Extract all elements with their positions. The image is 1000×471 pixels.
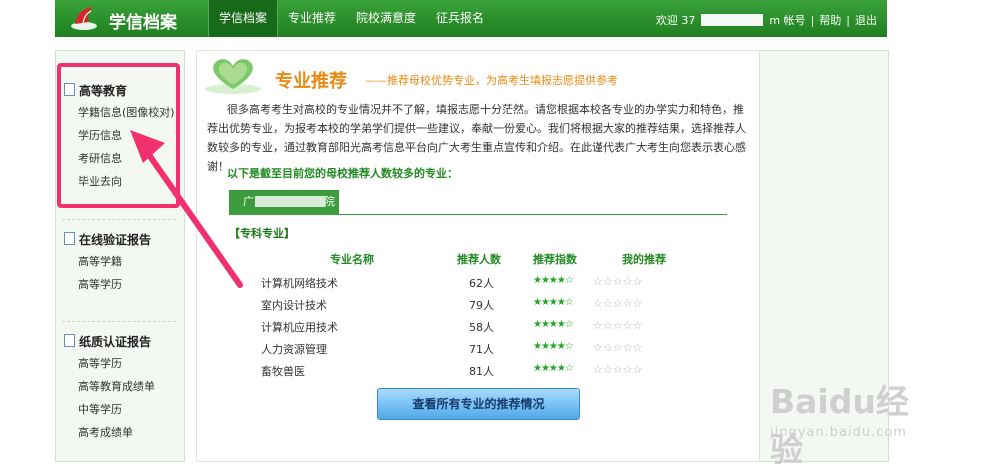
separator: |: [846, 13, 850, 27]
recommend-index-stars: ★★★★☆: [533, 319, 574, 330]
col-header-index: 推荐指数: [533, 253, 577, 266]
my-recommend-stars[interactable]: ☆☆☆☆☆: [593, 341, 642, 354]
sidebar-item-secondary-degree[interactable]: 中等学历: [56, 398, 184, 421]
col-header-my-recommend: 我的推荐: [622, 253, 666, 266]
document-icon: [64, 232, 75, 245]
sidebar-group-title: 纸质认证报告: [56, 332, 184, 352]
category-label: 【专科专业】: [229, 227, 295, 240]
recommend-index-stars: ★★★★☆: [533, 341, 574, 352]
nav-conscription[interactable]: 征兵报名: [426, 0, 494, 37]
baidu-watermark: Baidu经验 jingyan.baidu.com: [770, 375, 920, 469]
view-all-recommendations-button[interactable]: 查看所有专业的推荐情况: [377, 388, 580, 420]
top-navigation-bar: 学信档案 学信档案 专业推荐 院校满意度 征兵报名 欢迎 37 m 帐号 | 帮…: [55, 0, 887, 37]
recommend-index-stars: ★★★★☆: [533, 297, 574, 308]
recommend-count: 81人: [469, 365, 494, 378]
my-recommend-stars[interactable]: ☆☆☆☆☆: [593, 363, 642, 376]
nav-xuexin-archive[interactable]: 学信档案: [208, 0, 279, 37]
divider: [62, 321, 176, 322]
tab-underline: [229, 214, 727, 215]
my-recommend-stars[interactable]: ☆☆☆☆☆: [593, 275, 642, 288]
sidebar-group-paper-report: 纸质认证报告 高等学历 高等教育成绩单 中等学历 高考成绩单: [56, 332, 184, 444]
recommend-index-stars: ★★★★☆: [533, 363, 574, 374]
recommend-count: 62人: [469, 277, 494, 290]
recommend-summary-label: 以下是截至目前您的母校推荐人数较多的专业：: [227, 167, 458, 180]
major-name: 计算机应用技术: [261, 321, 338, 334]
sidebar-item-gaokao-transcript[interactable]: 高考成绩单: [56, 421, 184, 444]
section-subtitle: ——推荐母校优势专业，为高考生填报志愿提供参考: [365, 74, 618, 87]
main-nav: 学信档案 专业推荐 院校满意度 征兵报名: [208, 0, 494, 37]
heart-icon: [205, 59, 261, 94]
help-link[interactable]: 帮助: [819, 12, 841, 28]
account-link[interactable]: m 帐号: [769, 12, 805, 28]
recommend-index-stars: ★★★★☆: [533, 275, 574, 286]
masked-school-name: [255, 196, 325, 207]
divider: [62, 219, 176, 220]
logo-icon: [71, 7, 97, 30]
recommend-count: 58人: [469, 321, 494, 334]
logout-link[interactable]: 退出: [855, 12, 877, 28]
section-title: 专业推荐: [275, 71, 347, 92]
highlight-box: [57, 63, 180, 208]
main-content: 专业推荐 ——推荐母校优势专业，为高考生填报志愿提供参考 很多高考考生对高校的专…: [196, 50, 760, 462]
sidebar-item-paper-transcript[interactable]: 高等教育成绩单: [56, 375, 184, 398]
sidebar-group-title: 在线验证报告: [56, 230, 184, 250]
watermark-url: jingyan.baidu.com: [770, 425, 907, 440]
col-header-count: 推荐人数: [457, 253, 501, 266]
col-header-major: 专业名称: [330, 253, 374, 266]
my-recommend-stars[interactable]: ☆☆☆☆☆: [593, 297, 642, 310]
nav-major-recommend[interactable]: 专业推荐: [278, 0, 346, 37]
watermark-logo-text: Baidu经验: [770, 382, 909, 469]
separator: |: [810, 13, 815, 27]
sidebar-item-online-enrollment[interactable]: 高等学籍: [56, 250, 184, 273]
masked-username: [701, 14, 764, 26]
sidebar-item-paper-degree[interactable]: 高等学历: [56, 352, 184, 375]
nav-college-satisfaction[interactable]: 院校满意度: [346, 0, 426, 37]
user-bar: 欢迎 37 m 帐号 | 帮助 | 退出: [656, 12, 877, 28]
recommend-count: 71人: [469, 343, 494, 356]
major-name: 室内设计技术: [261, 299, 327, 312]
major-name: 计算机网络技术: [261, 277, 338, 290]
major-name: 人力资源管理: [261, 343, 327, 356]
brand-title: 学信档案: [109, 13, 177, 33]
my-recommend-stars[interactable]: ☆☆☆☆☆: [593, 319, 642, 332]
sidebar-group-online-report: 在线验证报告 高等学籍 高等学历: [56, 230, 184, 296]
recommend-count: 79人: [469, 299, 494, 312]
major-name: 畜牧兽医: [261, 365, 305, 378]
sidebar-item-online-degree[interactable]: 高等学历: [56, 273, 184, 296]
welcome-text: 欢迎 37: [655, 14, 696, 27]
document-icon: [64, 334, 75, 347]
